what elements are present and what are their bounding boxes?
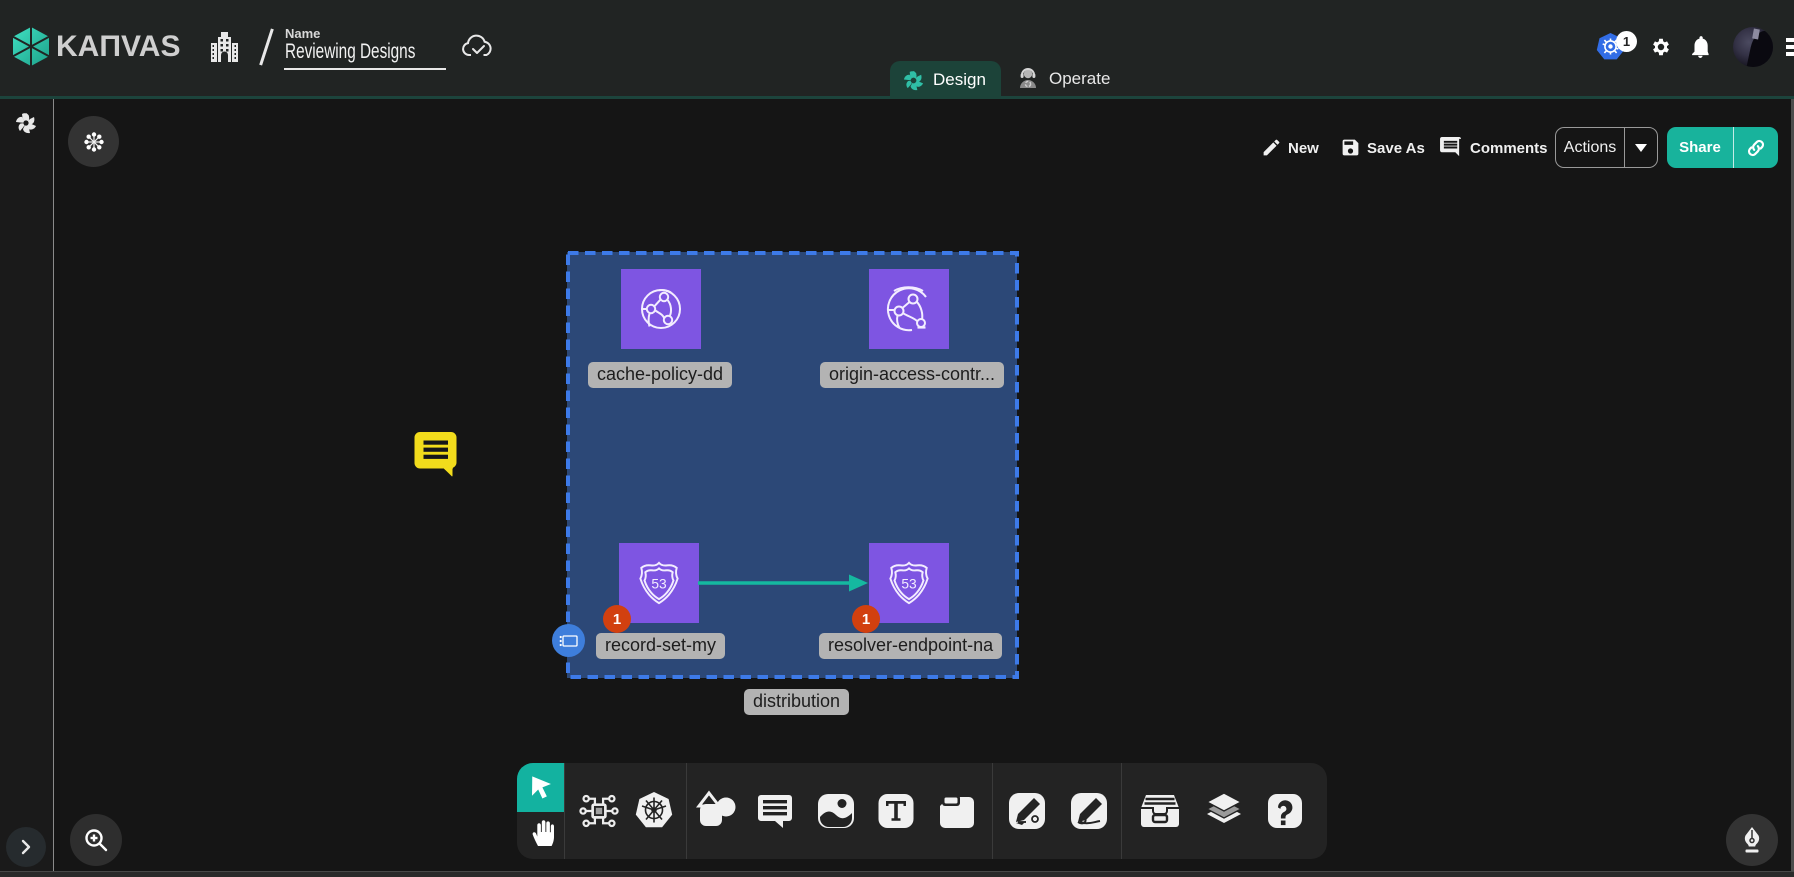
svg-text:53: 53 xyxy=(901,577,917,592)
svg-text:53: 53 xyxy=(651,577,667,592)
